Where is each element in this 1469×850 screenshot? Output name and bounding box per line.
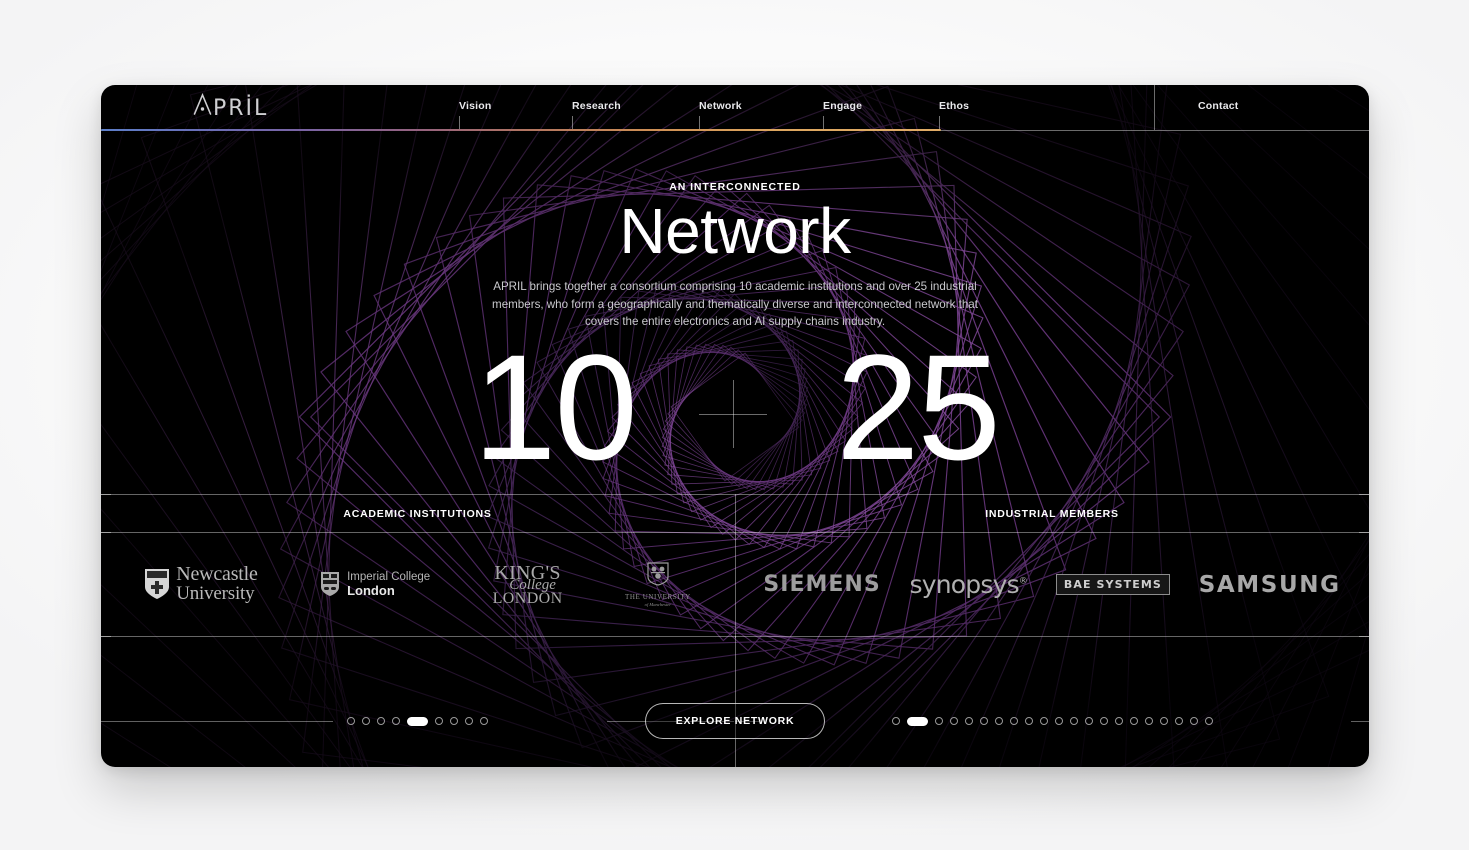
nav-tick-vision	[459, 116, 460, 130]
logo-imperial-college-london[interactable]: Imperial College London	[320, 557, 430, 613]
academic-logo-row: Newcastle University Imperial College Lo…	[101, 533, 734, 636]
edge-tick-left-3	[101, 636, 111, 637]
nav-item-contact[interactable]: Contact	[1198, 100, 1238, 112]
april-logo[interactable]: PRİL	[193, 93, 268, 120]
section-label-academic: ACADEMIC INSTITUTIONS	[343, 508, 492, 520]
university-crest-icon	[647, 562, 669, 586]
logo-wordmark: PRİL	[213, 96, 269, 121]
bae-wordmark: BAE SYSTEMS	[1055, 574, 1170, 595]
synopsys-text: synopsys	[909, 570, 1020, 599]
page-root: PRİL Vision Research Network Engage Etho…	[0, 0, 1469, 850]
siemens-wordmark: SIEMENS	[763, 572, 881, 597]
vertical-divider-lower	[734, 636, 736, 767]
nav-tick-ethos	[939, 116, 940, 130]
explore-network-button[interactable]: EXPLORE NETWORK	[644, 703, 826, 739]
nav-item-research[interactable]: Research	[572, 100, 621, 112]
imperial-crest-icon	[321, 572, 340, 597]
hero-eyebrow: AN INTERCONNECTED	[669, 181, 801, 193]
university-line-1: THE UNIVERSITY	[624, 592, 691, 601]
nav-tick-network	[699, 116, 700, 130]
plus-separator-icon	[699, 380, 767, 448]
cta-container: EXPLORE NETWORK	[101, 703, 1369, 739]
top-navigation: PRİL Vision Research Network Engage Etho…	[101, 85, 1369, 131]
logo-newcastle-university[interactable]: Newcastle University	[144, 557, 258, 613]
university-line-2: of Manchester	[644, 601, 672, 607]
imperial-line-1: Imperial College	[347, 570, 431, 583]
imperial-line-2: London	[347, 582, 395, 598]
nav-tick-engage	[823, 116, 824, 130]
industrial-logo-row: SIEMENS synopsys® BAE SYSTEMS SAMSUNG	[735, 533, 1369, 636]
logo-siemens[interactable]: SIEMENS	[763, 557, 880, 613]
site-card: PRİL Vision Research Network Engage Etho…	[101, 85, 1369, 767]
logo-the-university[interactable]: THE UNIVERSITY of Manchester	[625, 557, 691, 613]
nav-item-vision[interactable]: Vision	[459, 100, 492, 112]
stat-industrial-count: 25	[836, 323, 1001, 491]
nav-item-network[interactable]: Network	[699, 100, 742, 112]
section-label-industrial: INDUSTRIAL MEMBERS	[985, 508, 1119, 520]
nav-item-ethos[interactable]: Ethos	[939, 100, 969, 112]
logo-bae-systems[interactable]: BAE SYSTEMS	[1055, 557, 1170, 613]
kings-line-3: LONDON	[492, 589, 563, 607]
logo-kings-college-london[interactable]: KING'S College LONDON	[493, 557, 563, 613]
stat-academic-count: 10	[473, 323, 638, 491]
page-title: Network	[619, 195, 851, 267]
newcastle-line-2: University	[176, 582, 255, 604]
edge-tick-left-1	[101, 494, 111, 495]
nav-divider	[1154, 85, 1155, 130]
edge-tick-right-1	[1359, 494, 1369, 495]
nav-progress-gradient-bar	[101, 128, 941, 131]
logo-synopsys[interactable]: synopsys®	[909, 557, 1028, 613]
nav-tick-research	[572, 116, 573, 130]
nav-item-engage[interactable]: Engage	[823, 100, 862, 112]
stats-section: 10 25	[101, 332, 1369, 492]
synopsys-wordmark: synopsys®	[909, 570, 1028, 599]
newcastle-crest-icon	[145, 569, 170, 600]
samsung-wordmark: SAMSUNG	[1198, 571, 1341, 598]
hero-section: AN INTERCONNECTED Network APRIL brings t…	[101, 181, 1369, 330]
logo-samsung[interactable]: SAMSUNG	[1199, 557, 1341, 613]
logo-a-glyph-icon	[193, 93, 212, 115]
edge-tick-right-3	[1359, 636, 1369, 637]
synopsys-registered-icon: ®	[1018, 576, 1028, 587]
